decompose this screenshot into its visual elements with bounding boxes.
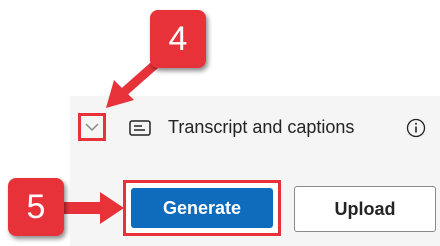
callout-arrow-5 <box>62 192 124 224</box>
step-4-callout: 4 <box>150 10 206 68</box>
callout-arrow-4 <box>106 58 161 108</box>
step-5-callout: 5 <box>8 178 64 236</box>
callout-arrows <box>62 58 161 224</box>
